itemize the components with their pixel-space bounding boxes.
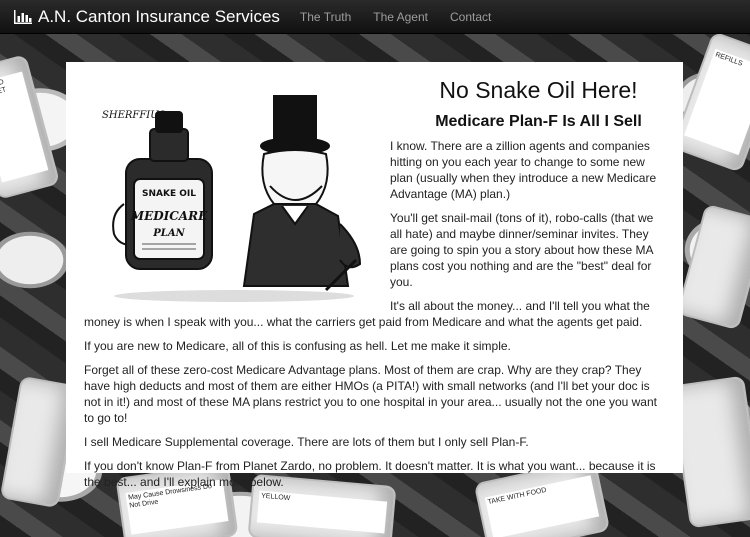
bottle-label: REFILLS <box>684 48 750 156</box>
bottle-label: YELLOW <box>256 490 388 534</box>
bottle-label: ROUND TABLET <box>0 71 49 183</box>
bottle-label-top: SNAKE OIL <box>142 189 196 199</box>
bar-chart-icon <box>14 9 32 24</box>
snake-oil-cartoon-image: SHERFFIUS SNAKE OIL MEDICARE PLAN <box>102 95 362 302</box>
advantage-plans-paragraph: Forget all of these zero-cost Medicare A… <box>84 363 657 425</box>
brand-name: A.N. Canton Insurance Services <box>38 6 280 26</box>
plan-f-paragraph: If you don't know Plan-F from Planet Zar… <box>84 459 656 489</box>
bottle-label-main: MEDICARE <box>130 209 208 223</box>
nav-link-the-truth[interactable]: The Truth <box>300 10 351 24</box>
bottle-label-sub: PLAN <box>152 228 185 239</box>
content-panel: SHERFFIUS SNAKE OIL MEDICARE PLAN No Sna… <box>66 62 683 489</box>
pill-bottle <box>676 203 750 331</box>
supplemental-paragraph: I sell Medicare Supplemental coverage. T… <box>84 435 529 449</box>
brand-link[interactable]: A.N. Canton Insurance Services <box>14 7 280 27</box>
top-navbar: A.N. Canton Insurance Services The Truth… <box>0 0 750 34</box>
nav-link-the-agent[interactable]: The Agent <box>373 10 428 24</box>
new-to-medicare-paragraph: If you are new to Medicare, all of this … <box>84 339 511 353</box>
pill-bottle: ROUND TABLET <box>0 54 61 200</box>
nav-link-contact[interactable]: Contact <box>450 10 491 24</box>
